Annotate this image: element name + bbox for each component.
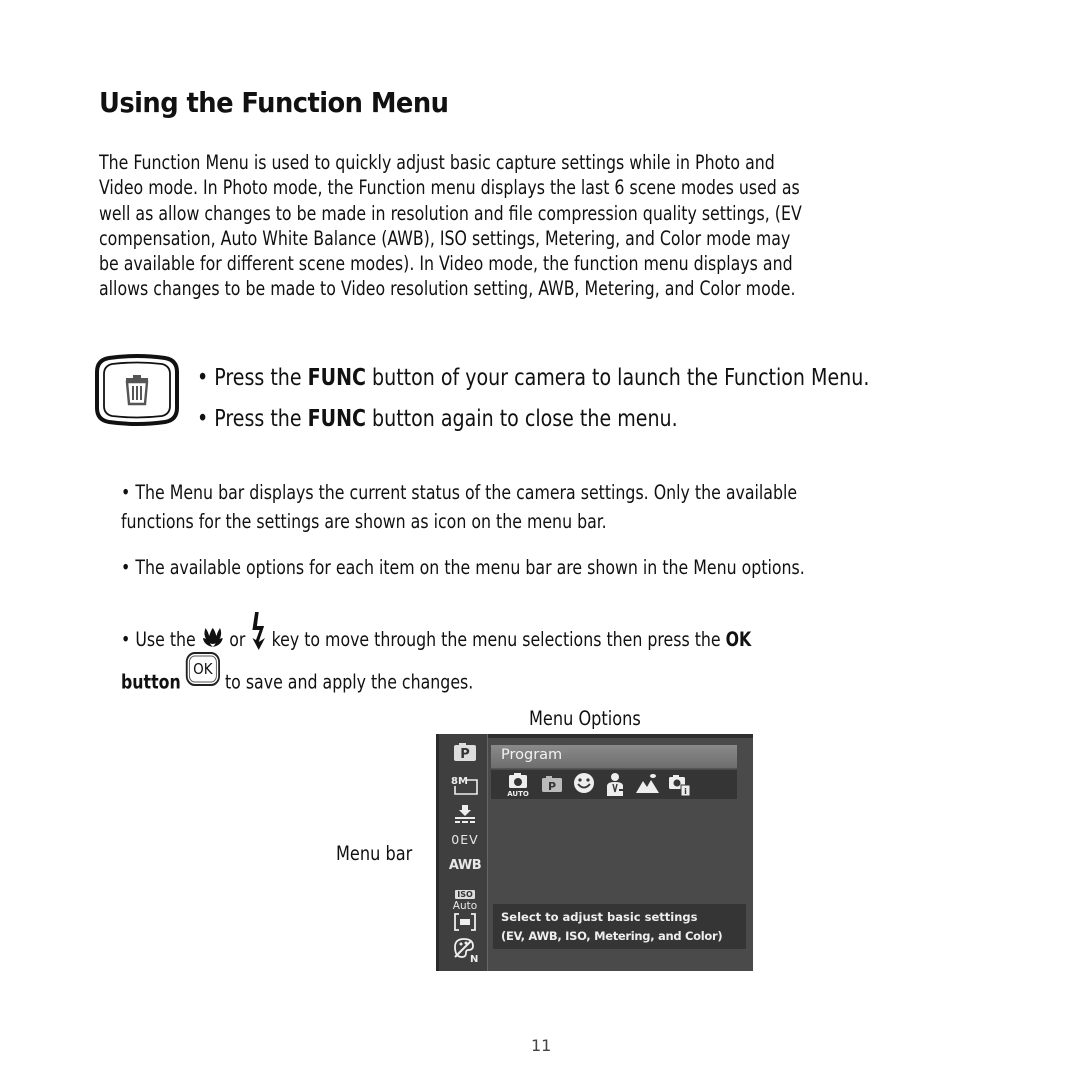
program-icon[interactable]: P (539, 772, 565, 796)
program-mode-icon: P (444, 742, 486, 766)
trash-icon (95, 354, 179, 426)
menu-bar-label: Menu bar (336, 842, 413, 865)
intro-line: compensation, Auto White Balance (AWB), … (99, 226, 791, 250)
svg-text:N: N (470, 954, 478, 963)
bullet-menu-options: • The available options for each item on… (121, 556, 805, 579)
bullet-navigate: • Use the or key to move through the men… (121, 612, 751, 651)
func-button-illustration (95, 354, 179, 426)
iso-icon: ISO Auto (452, 890, 478, 912)
svg-text:i: i (684, 787, 687, 796)
hint-line-1: Select to adjust basic settings (501, 910, 698, 924)
svg-text:P: P (460, 747, 470, 762)
func-instruction-close: • Press the FUNC button again to close t… (197, 406, 678, 432)
smile-icon[interactable] (571, 772, 597, 796)
intro-line: Video mode. In Photo mode, the Function … (99, 176, 800, 200)
bullet-navigate-cont: button OK to save and apply the changes. (121, 652, 473, 700)
menu-options-row: AUTO P i (491, 770, 737, 799)
flash-icon (252, 612, 265, 650)
func-instruction-launch: • Press the FUNC button of your camera t… (197, 365, 870, 391)
portrait-icon[interactable] (603, 772, 629, 796)
intro-line: be available for different scene modes).… (99, 252, 793, 276)
svg-text:P: P (548, 780, 556, 793)
ok-button-icon: OK (185, 652, 220, 686)
page-number: 11 (531, 1036, 552, 1055)
menu-bar: P 8M 0EV AWB ISO Auto N (436, 734, 488, 971)
page-title: Using the Function Menu (99, 86, 449, 119)
auto-camera-icon[interactable]: AUTO (505, 772, 531, 798)
macro-flower-icon (202, 628, 223, 647)
svg-text:8M: 8M (451, 776, 468, 787)
quality-icon (444, 804, 486, 828)
menu-options-label: Menu Options (529, 707, 641, 730)
intro-line: The Function Menu is used to quickly adj… (99, 151, 775, 174)
intro-paragraph: The Function Menu is used to quickly adj… (99, 150, 981, 302)
landscape-icon[interactable] (635, 772, 661, 796)
hint-line-2: (EV, AWB, ISO, Metering, and Color) (501, 929, 723, 943)
hint-box: Select to adjust basic settings (EV, AWB… (493, 904, 746, 949)
func-instructions: • Press the FUNC button of your camera t… (197, 358, 869, 440)
bullet-menu-bar-cont: functions for the settings are shown as … (121, 510, 607, 533)
svg-text:AUTO: AUTO (507, 790, 529, 798)
metering-icon (444, 912, 486, 936)
info-camera-icon[interactable]: i (667, 772, 693, 797)
bullet-menu-bar: • The Menu bar displays the current stat… (121, 481, 798, 504)
camera-screen-figure: P 8M 0EV AWB ISO Auto N Program AUTO P i… (436, 734, 753, 971)
awb-icon: AWB (448, 858, 482, 873)
intro-line: well as allow changes to be made in reso… (99, 201, 802, 225)
ev-icon: 0EV (451, 832, 479, 847)
color-mode-icon: N (444, 937, 486, 967)
resolution-icon: 8M (444, 774, 486, 800)
intro-line: allows changes to be made to Video resol… (99, 277, 796, 301)
selected-option-bar[interactable]: Program (491, 745, 737, 769)
